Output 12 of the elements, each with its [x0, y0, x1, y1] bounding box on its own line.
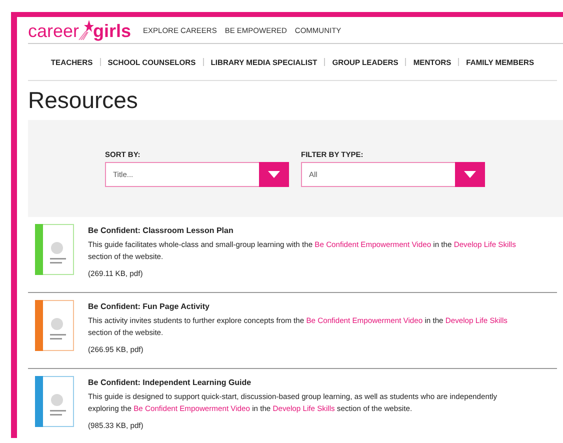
resource-title: Be Confident: Fun Page Activity — [88, 302, 210, 311]
page-title: Resources — [28, 87, 139, 113]
resource-title: Be Confident: Classroom Lesson Plan — [88, 226, 234, 235]
resource-title: Be Confident: Independent Learning Guide — [88, 378, 252, 387]
document-thumbnail — [35, 300, 74, 351]
logo-text: girls — [93, 22, 132, 40]
star-logo-icon — [78, 20, 94, 40]
document-thumbnail — [35, 376, 74, 427]
caret-icon — [268, 171, 280, 178]
caret-icon — [464, 171, 476, 178]
document-thumbnail — [35, 224, 74, 275]
logo-text: career — [28, 22, 80, 40]
